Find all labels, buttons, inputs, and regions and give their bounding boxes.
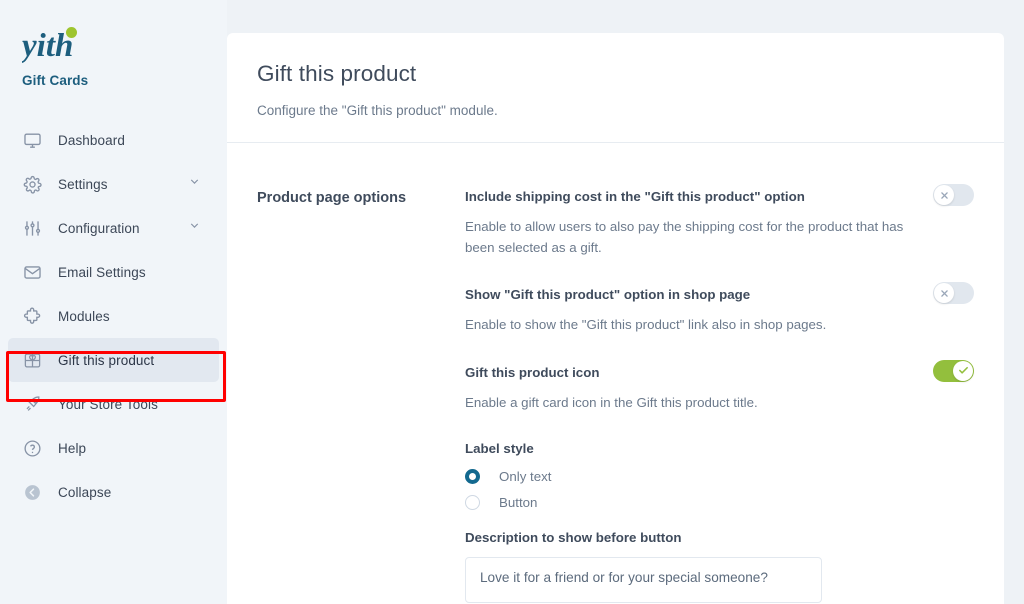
option-include-shipping-cost: Include shipping cost in the "Gift this …	[465, 184, 974, 258]
label-style-title: Label style	[465, 441, 534, 457]
rocket-icon	[20, 392, 44, 416]
sidebar-nav: Dashboard Settings Configuration Email S…	[0, 118, 227, 514]
sidebar-item-collapse[interactable]: Collapse	[8, 470, 219, 514]
puzzle-icon	[20, 304, 44, 328]
sidebar-item-label: Gift this product	[58, 352, 155, 368]
sidebar-item-label: Settings	[58, 176, 108, 192]
question-circle-icon	[20, 436, 44, 460]
section-title: Product page options	[257, 190, 407, 206]
page-title: Gift this product	[257, 61, 417, 86]
sidebar-item-help[interactable]: Help	[8, 426, 219, 470]
gift-box-icon	[20, 348, 44, 372]
sliders-icon	[20, 216, 44, 240]
sidebar-item-configuration[interactable]: Configuration	[8, 206, 219, 250]
brand-block: yith Gift Cards	[0, 0, 227, 88]
sidebar-item-label: Help	[58, 440, 87, 456]
sidebar-item-dashboard[interactable]: Dashboard	[8, 118, 219, 162]
check-icon	[953, 360, 973, 381]
label-style-group: Label style Only text Button	[465, 441, 974, 511]
description-textarea[interactable]: Love it for a friend or for your special…	[465, 557, 822, 604]
toggle-show-in-shop-page[interactable]	[933, 282, 974, 305]
svg-text:yith: yith	[22, 28, 73, 64]
gear-icon	[20, 172, 44, 196]
sidebar-item-label: Dashboard	[58, 132, 125, 148]
option-hint: Enable to allow users to also pay the sh…	[465, 218, 904, 255]
sidebar-item-settings[interactable]: Settings	[8, 162, 219, 206]
panel-header: Gift this product Configure the "Gift th…	[227, 33, 1004, 142]
close-icon	[934, 283, 954, 304]
main-area: Gift this product Configure the "Gift th…	[227, 0, 1024, 604]
sidebar-item-label: Configuration	[58, 220, 140, 236]
sidebar-item-modules[interactable]: Modules	[8, 294, 219, 338]
radio-label: Only text	[499, 469, 552, 485]
description-field-title: Description to show before button	[465, 530, 682, 546]
page-description: Configure the "Gift this product" module…	[257, 103, 498, 118]
envelope-icon	[20, 260, 44, 284]
radio-option-button[interactable]: Button	[465, 495, 904, 511]
option-hint: Enable to show the "Gift this product" l…	[465, 317, 827, 333]
chevron-down-icon	[188, 219, 201, 237]
section-fields: Include shipping cost in the "Gift this …	[465, 184, 974, 604]
sidebar-item-label: Your Store Tools	[58, 396, 158, 412]
sidebar: yith Gift Cards Dashboard Settings Confi…	[0, 0, 227, 604]
option-title: Show "Gift this product" option in shop …	[465, 287, 751, 303]
toggle-gift-product-icon[interactable]	[933, 359, 974, 382]
settings-panel: Gift this product Configure the "Gift th…	[227, 33, 1004, 604]
radio-icon-selected	[465, 469, 480, 485]
radio-option-only-text[interactable]: Only text	[465, 469, 904, 485]
description-field-group: Description to show before button Love i…	[465, 530, 974, 604]
sidebar-item-label: Collapse	[58, 484, 112, 500]
option-title: Include shipping cost in the "Gift this …	[465, 189, 805, 204]
option-gift-product-icon: Gift this product icon Enable a gift car…	[465, 359, 974, 414]
radio-icon-unselected	[465, 495, 480, 511]
arrow-left-circle-icon	[20, 480, 44, 504]
monitor-icon	[20, 128, 44, 152]
option-show-in-shop-page: Show "Gift this product" option in shop …	[465, 282, 974, 336]
option-title: Gift this product icon	[465, 364, 600, 380]
yith-logo-icon: yith	[22, 27, 77, 64]
radio-label: Button	[499, 495, 538, 511]
product-page-options-section: Product page options Include shipping co…	[227, 143, 1004, 604]
sidebar-item-label: Modules	[58, 308, 110, 324]
sidebar-item-label: Email Settings	[58, 264, 146, 280]
option-hint: Enable a gift card icon in the Gift this…	[465, 394, 758, 410]
brand-subtitle: Gift Cards	[22, 73, 89, 88]
close-icon	[934, 185, 954, 205]
sidebar-item-gift-this-product[interactable]: Gift this product	[8, 338, 219, 382]
sidebar-item-email-settings[interactable]: Email Settings	[8, 250, 219, 294]
app-root: yith Gift Cards Dashboard Settings Confi…	[0, 0, 1024, 604]
sidebar-item-your-store-tools[interactable]: Your Store Tools	[8, 382, 219, 426]
toggle-include-shipping-cost[interactable]	[933, 184, 974, 206]
chevron-down-icon	[188, 175, 201, 193]
